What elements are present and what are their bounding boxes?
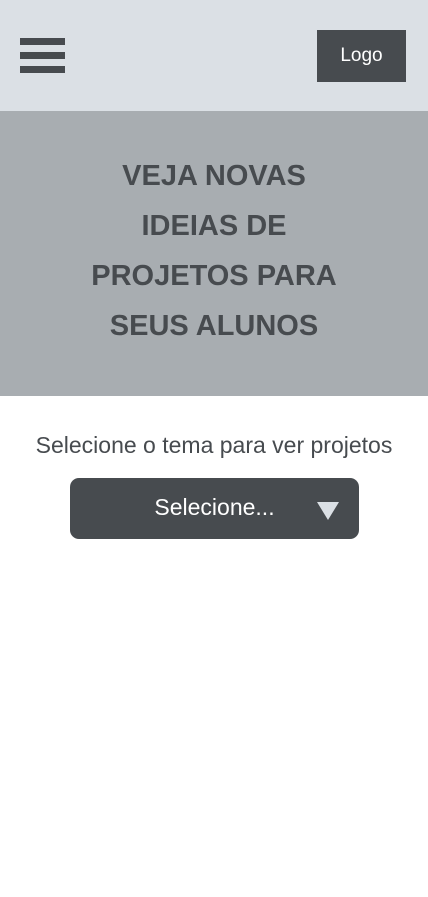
hero-title-line: PROJETOS PARA: [91, 260, 337, 292]
hero-title: VEJA NOVAS IDEIAS DE PROJETOS PARA SEUS …: [64, 151, 364, 351]
hamburger-menu-icon[interactable]: [20, 38, 65, 73]
hero-banner: VEJA NOVAS IDEIAS DE PROJETOS PARA SEUS …: [0, 111, 428, 396]
header: Logo: [0, 0, 428, 111]
logo[interactable]: Logo: [317, 30, 406, 82]
menu-bar: [20, 52, 65, 59]
chevron-down-icon: [317, 502, 339, 520]
hero-title-line: SEUS ALUNOS: [109, 310, 319, 342]
theme-select-prompt: Selecione o tema para ver projetos: [35, 432, 393, 458]
menu-bar: [20, 66, 65, 73]
theme-select-value: Selecione...: [154, 494, 275, 520]
menu-bar: [20, 38, 65, 45]
hero-title-line: VEJA NOVAS: [122, 160, 306, 192]
hero-title-line: IDEIAS DE: [141, 210, 287, 242]
theme-select[interactable]: Selecione...: [70, 478, 359, 539]
